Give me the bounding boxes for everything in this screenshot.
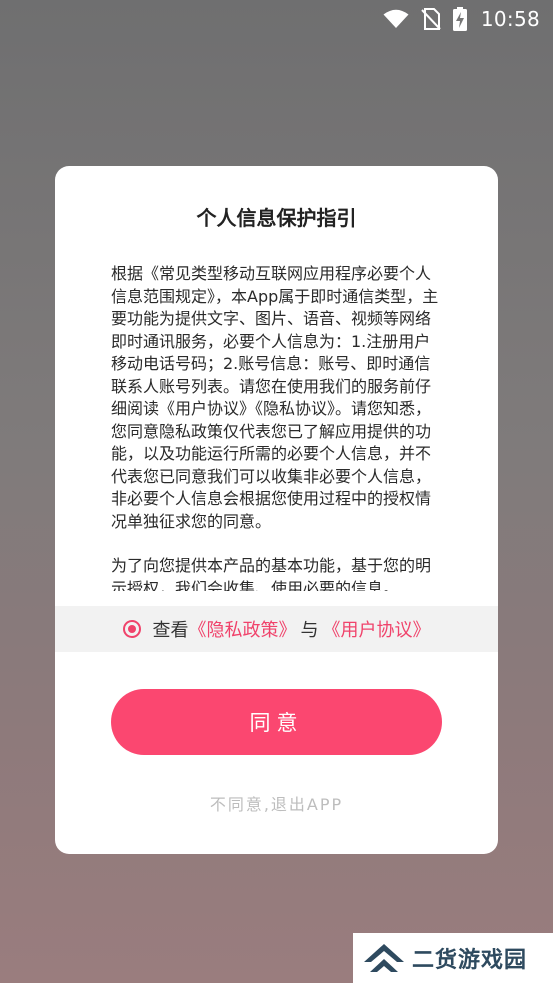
- disagree-exit-button[interactable]: 不同意,退出APP: [55, 791, 498, 815]
- policy-paragraph: 为了向您提供本产品的基本功能，基于您的明示授权，我们会收集、使用必要的信息。: [111, 556, 432, 591]
- consent-prefix: 查看: [152, 620, 189, 641]
- watermark-text: 二货游戏园: [412, 948, 528, 973]
- watermark: 二货游戏园: [353, 933, 553, 983]
- policy-paragraph: 根据《常见类型移动互联网应用程序必要个人信息范围规定》，本App属于即时通信类型…: [111, 264, 439, 531]
- double-chevron-logo-icon: [364, 944, 404, 972]
- battery-charging-icon: [452, 7, 467, 31]
- status-icons: 10:58: [383, 4, 540, 34]
- status-time: 10:58: [480, 7, 540, 31]
- user-agreement-link[interactable]: 《用户协议》: [323, 616, 431, 642]
- agree-button[interactable]: 同意: [111, 689, 442, 755]
- dialog-title: 个人信息保护指引: [196, 206, 357, 230]
- wifi-icon: [383, 9, 409, 28]
- privacy-policy-link[interactable]: 《隐私政策》: [189, 616, 297, 642]
- consent-connector: 与: [300, 620, 319, 641]
- no-sim-icon: [421, 8, 441, 30]
- privacy-dialog: 个人信息保护指引 根据《常见类型移动互联网应用程序必要个人信息范围规定》，本Ap…: [55, 166, 498, 854]
- status-bar: 10:58: [0, 0, 553, 40]
- policy-text-scroll[interactable]: 根据《常见类型移动互联网应用程序必要个人信息范围规定》，本App属于即时通信类型…: [111, 263, 445, 591]
- consent-row: 查看 《隐私政策》 与 《用户协议》: [55, 606, 498, 652]
- consent-radio[interactable]: [122, 620, 141, 638]
